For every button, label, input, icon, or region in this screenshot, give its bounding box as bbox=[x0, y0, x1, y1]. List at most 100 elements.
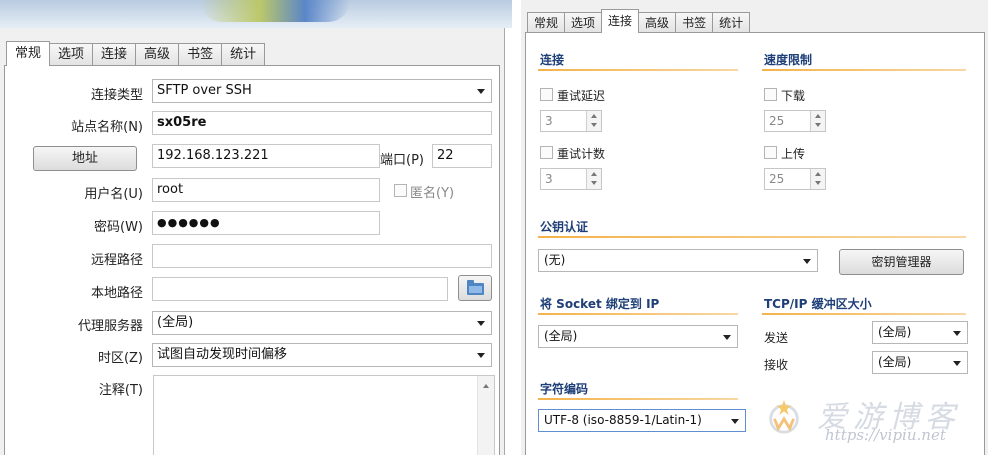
proxy-label: 代理服务器 bbox=[77, 319, 143, 334]
tab-bookmarks[interactable]: 书签 bbox=[178, 43, 223, 65]
recv-buffer-value: (全局) bbox=[878, 355, 912, 369]
arrow-up-icon bbox=[815, 172, 821, 176]
site-settings-general-panel: 常规 选项 连接 高级 书签 统计 连接类型 SFTP over SSH 站点名… bbox=[0, 28, 505, 455]
chevron-down-icon bbox=[953, 331, 961, 336]
tab-options[interactable]: 选项 bbox=[49, 43, 94, 65]
anonymous-checkbox[interactable] bbox=[394, 184, 407, 197]
tab-statistics[interactable]: 统计 bbox=[712, 12, 751, 33]
timezone-select[interactable]: 试图自动发现时间偏移 bbox=[152, 343, 492, 367]
conn-type-value: SFTP over SSH bbox=[157, 83, 252, 98]
send-buffer-label: 发送 bbox=[764, 331, 789, 345]
spinner-buttons[interactable] bbox=[586, 111, 601, 131]
timezone-label: 时区(Z) bbox=[97, 351, 143, 366]
retry-count-label: 重试计数 bbox=[557, 147, 606, 161]
retry-count-checkbox[interactable] bbox=[540, 146, 553, 159]
send-buffer-value: (全局) bbox=[878, 325, 912, 339]
retry-delay-label: 重试延迟 bbox=[557, 89, 606, 103]
speed-limit-section-title: 速度限制 bbox=[764, 53, 813, 67]
browse-folder-button[interactable] bbox=[458, 275, 492, 301]
spinner-buttons[interactable] bbox=[810, 169, 825, 189]
username-label: 用户名(U) bbox=[84, 187, 143, 202]
upload-limit-checkbox[interactable] bbox=[764, 146, 777, 159]
proxy-value: (全局) bbox=[157, 315, 194, 330]
spinner-buttons[interactable] bbox=[810, 111, 825, 131]
password-label: 密码(W) bbox=[94, 220, 143, 235]
retry-delay-spinner[interactable]: 3 bbox=[540, 110, 602, 132]
bind-socket-select[interactable]: (全局) bbox=[538, 325, 738, 348]
upload-limit-spinner[interactable]: 25 bbox=[764, 168, 826, 190]
chevron-down-icon bbox=[477, 89, 485, 94]
local-path-input[interactable] bbox=[152, 277, 448, 301]
site-settings-connection-panel: 常规 选项 连接 高级 书签 统计 连接 重试延迟 3 重试计数 3 速度限制 … bbox=[521, 0, 988, 455]
upload-limit-label: 上传 bbox=[781, 147, 806, 161]
tab-options[interactable]: 选项 bbox=[564, 12, 603, 33]
chevron-down-icon bbox=[477, 353, 485, 358]
arrow-up-icon bbox=[815, 114, 821, 118]
site-name-input[interactable]: sx05re bbox=[152, 111, 492, 135]
arrow-down-icon bbox=[591, 181, 597, 185]
watermark: 爱游博客 https://vipiu.net bbox=[761, 390, 981, 450]
site-name-label: 站点名称(N) bbox=[71, 120, 143, 135]
charset-select[interactable]: UTF-8 (iso-8859-1/Latin-1) bbox=[538, 409, 746, 432]
send-buffer-select[interactable]: (全局) bbox=[872, 321, 968, 344]
recv-buffer-label: 接收 bbox=[764, 358, 789, 372]
charset-value: UTF-8 (iso-8859-1/Latin-1) bbox=[544, 413, 702, 427]
address-input[interactable]: 192.168.123.221 bbox=[152, 144, 380, 168]
tab-bookmarks[interactable]: 书签 bbox=[675, 12, 714, 33]
section-divider bbox=[538, 69, 738, 71]
conn-type-select[interactable]: SFTP over SSH bbox=[152, 79, 492, 103]
chevron-down-icon bbox=[803, 259, 811, 264]
connection-section-title: 连接 bbox=[540, 53, 565, 67]
key-manager-button[interactable]: 密钥管理器 bbox=[839, 249, 964, 275]
watermark-url: https://vipiu.net bbox=[825, 426, 946, 444]
password-input[interactable]: ●●●●●● bbox=[152, 211, 380, 235]
pubkey-select[interactable]: (无) bbox=[538, 249, 818, 272]
download-limit-label: 下载 bbox=[781, 89, 806, 103]
notes-scrollbar[interactable] bbox=[477, 376, 494, 455]
remote-path-label: 远程路径 bbox=[90, 253, 143, 268]
download-limit-spinner[interactable]: 25 bbox=[764, 110, 826, 132]
retry-count-spinner[interactable]: 3 bbox=[540, 168, 602, 190]
address-button[interactable]: 地址 bbox=[33, 146, 137, 171]
bind-socket-value: (全局) bbox=[544, 329, 578, 343]
tab-connection[interactable]: 连接 bbox=[601, 9, 640, 33]
port-input[interactable]: 22 bbox=[432, 144, 492, 168]
recv-buffer-select[interactable]: (全局) bbox=[872, 351, 968, 374]
general-tab-body: 连接类型 SFTP over SSH 站点名称(N) sx05re 地址 192… bbox=[4, 65, 500, 455]
download-limit-checkbox[interactable] bbox=[764, 88, 777, 101]
section-divider bbox=[538, 313, 738, 315]
tab-connection[interactable]: 连接 bbox=[92, 43, 137, 65]
chevron-down-icon bbox=[953, 361, 961, 366]
tab-advanced[interactable]: 高级 bbox=[638, 12, 677, 33]
titlebar-decoration bbox=[200, 0, 350, 22]
section-divider bbox=[762, 313, 966, 315]
left-tab-strip: 常规 选项 连接 高级 书签 统计 bbox=[6, 41, 266, 66]
remote-path-input[interactable] bbox=[152, 244, 492, 268]
scroll-up-icon bbox=[483, 384, 489, 388]
arrow-down-icon bbox=[591, 123, 597, 127]
section-divider bbox=[538, 398, 738, 400]
section-divider bbox=[538, 236, 966, 238]
window-titlebar-strip bbox=[0, 0, 512, 28]
arrow-up-icon bbox=[591, 172, 597, 176]
arrow-down-icon bbox=[815, 181, 821, 185]
right-tab-strip: 常规 选项 连接 高级 书签 统计 bbox=[527, 9, 751, 33]
proxy-select[interactable]: (全局) bbox=[152, 311, 492, 335]
tab-statistics[interactable]: 统计 bbox=[221, 43, 266, 65]
tab-general[interactable]: 常规 bbox=[527, 12, 566, 33]
arrow-up-icon bbox=[591, 114, 597, 118]
section-divider bbox=[762, 69, 966, 71]
chevron-down-icon bbox=[731, 419, 739, 424]
tab-general[interactable]: 常规 bbox=[6, 41, 51, 66]
spinner-buttons[interactable] bbox=[586, 169, 601, 189]
bind-socket-section-title: 将 Socket 绑定到 IP bbox=[540, 297, 660, 311]
folder-icon bbox=[467, 280, 484, 295]
chevron-down-icon bbox=[723, 335, 731, 340]
notes-textarea[interactable] bbox=[153, 375, 495, 455]
arrow-down-icon bbox=[815, 123, 821, 127]
retry-delay-checkbox[interactable] bbox=[540, 88, 553, 101]
tab-advanced[interactable]: 高级 bbox=[135, 43, 180, 65]
notes-label: 注释(T) bbox=[98, 383, 143, 398]
local-path-label: 本地路径 bbox=[90, 286, 143, 301]
username-input[interactable]: root bbox=[152, 178, 380, 202]
